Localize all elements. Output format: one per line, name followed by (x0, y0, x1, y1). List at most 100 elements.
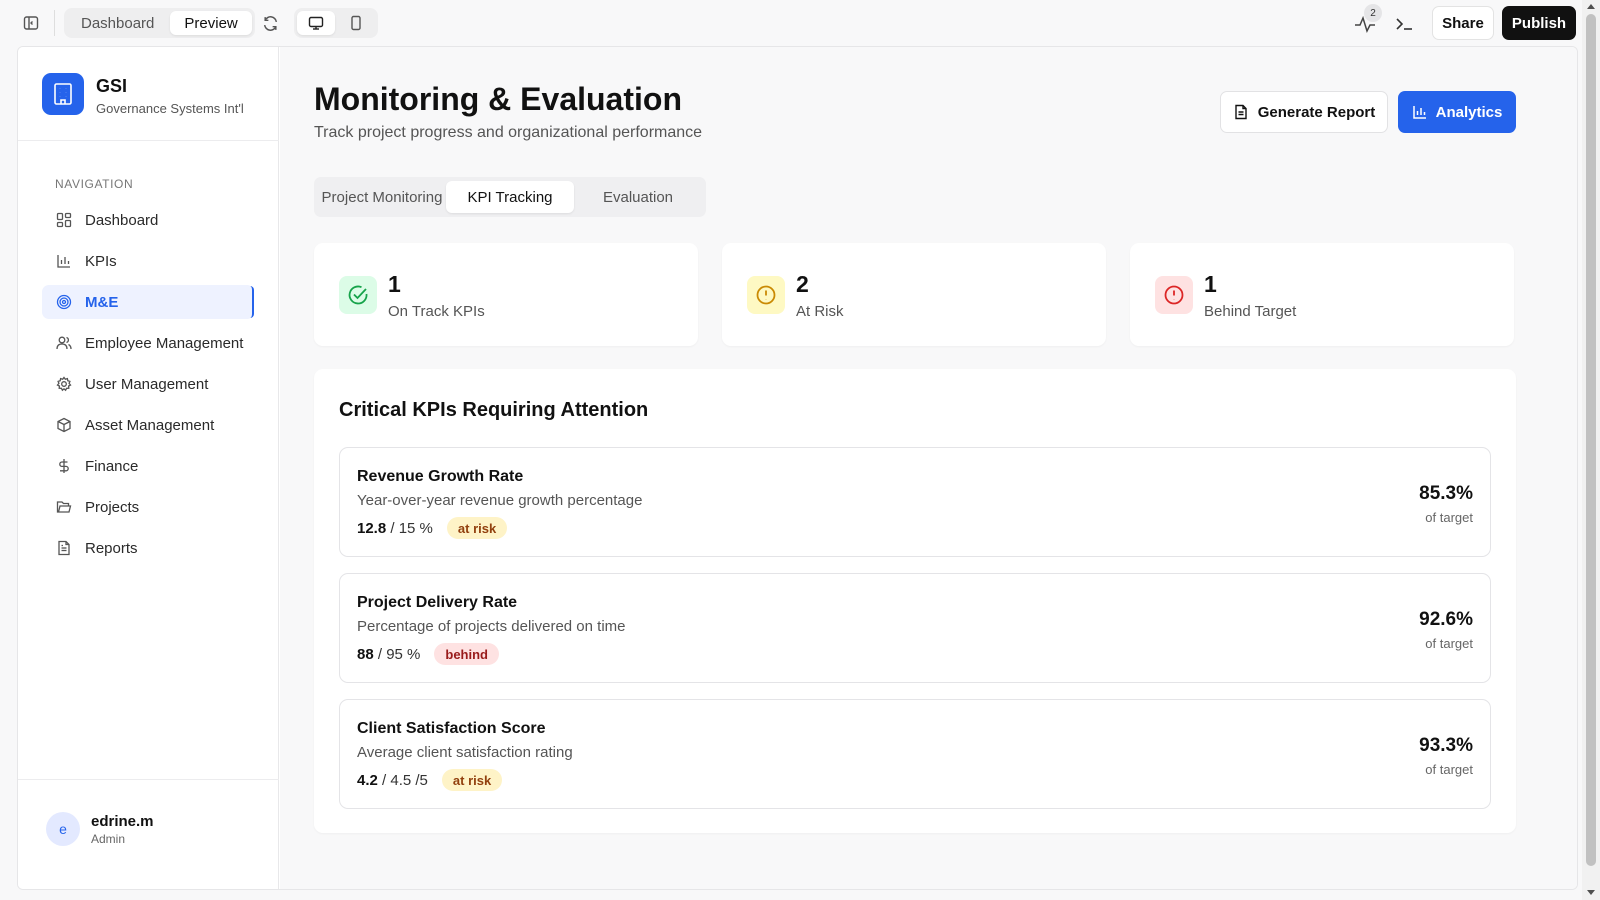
status-badge: at risk (441, 769, 503, 791)
scroll-up-arrow-icon[interactable] (1586, 2, 1596, 10)
analytics-button[interactable]: Analytics (1398, 91, 1516, 133)
main-content: Monitoring & Evaluation Track project pr… (280, 47, 1577, 889)
kpi-values: 4.2 / 4.5 /5 at risk (357, 769, 503, 791)
sidebar-item-user-management[interactable]: User Management (42, 367, 254, 401)
bar-chart-icon (55, 252, 73, 270)
scrollbar-thumb[interactable] (1586, 14, 1596, 866)
target-icon (55, 293, 73, 311)
kpi-values: 88 / 95 % behind (357, 643, 499, 665)
stat-card-behind-target: 1 Behind Target (1130, 243, 1514, 346)
page-scrollbar[interactable] (1582, 0, 1600, 900)
stat-value: 1 (1204, 271, 1217, 297)
sidebar-item-label: Finance (85, 457, 139, 475)
sidebar-item-label: Projects (85, 498, 140, 516)
kpi-description: Percentage of projects delivered on time (357, 618, 626, 635)
sidebar-item-employee-management[interactable]: Employee Management (42, 326, 254, 360)
sidebar-item-label: User Management (85, 375, 209, 393)
sidebar-item-m-and-e[interactable]: M&E (42, 285, 254, 319)
tab-kpi-tracking[interactable]: KPI Tracking (446, 181, 574, 213)
stat-card-at-risk: 2 At Risk (722, 243, 1106, 346)
page-title: Monitoring & Evaluation (314, 81, 682, 117)
page-subtitle: Track project progress and organizationa… (314, 124, 703, 141)
stat-value: 2 (796, 271, 809, 297)
sidebar-toggle-icon[interactable] (20, 12, 42, 34)
status-badge: at risk (446, 517, 508, 539)
sidebar-item-label: Reports (85, 539, 138, 557)
sidebar-item-dashboard[interactable]: Dashboard (42, 203, 254, 237)
gear-icon (55, 375, 73, 393)
me-tabs: Project Monitoring KPI Tracking Evaluati… (314, 177, 706, 217)
publish-button[interactable]: Publish (1502, 6, 1576, 40)
section-title: Critical KPIs Requiring Attention (339, 399, 649, 421)
sidebar-item-finance[interactable]: Finance (42, 449, 254, 483)
kpi-percent-label: of target (1425, 636, 1473, 651)
tab-preview[interactable]: Preview (170, 11, 252, 35)
sidebar-item-label: KPIs (85, 252, 117, 270)
generate-report-button[interactable]: Generate Report (1220, 91, 1388, 133)
brand-name: GSI (96, 76, 128, 96)
kpi-percent-label: of target (1425, 762, 1473, 777)
document-icon (1235, 104, 1247, 120)
dollar-icon (55, 457, 73, 475)
tab-project-monitoring[interactable]: Project Monitoring (318, 181, 446, 213)
grid-icon (55, 211, 73, 229)
app-preview-frame: GSI Governance Systems Int'l NAVIGATION … (17, 46, 1578, 890)
user-name: edrine.m (91, 813, 154, 830)
toolbar-divider (54, 10, 55, 36)
desktop-view-button[interactable] (297, 11, 335, 35)
refresh-icon[interactable] (259, 12, 281, 34)
brand-subtitle: Governance Systems Int'l (96, 101, 244, 116)
generate-report-label: Generate Report (1257, 103, 1376, 121)
share-button[interactable]: Share (1432, 6, 1494, 40)
kpi-target: / 15 % (390, 519, 433, 537)
kpi-current: 88 (357, 645, 374, 663)
kpi-name: Project Delivery Rate (357, 594, 518, 611)
alert-circle-icon (1155, 276, 1193, 314)
scroll-down-arrow-icon[interactable] (1586, 889, 1596, 897)
monitor-icon (308, 16, 324, 30)
kpi-current: 12.8 (357, 519, 387, 537)
sidebar-item-kpis[interactable]: KPIs (42, 244, 254, 278)
sidebar-item-label: Asset Management (85, 416, 215, 434)
sidebar-item-asset-management[interactable]: Asset Management (42, 408, 254, 442)
kpi-card[interactable]: Revenue Growth Rate Year-over-year reven… (339, 447, 1491, 557)
sidebar: GSI Governance Systems Int'l NAVIGATION … (18, 47, 279, 889)
kpi-card[interactable]: Project Delivery Rate Percentage of proj… (339, 573, 1491, 683)
view-mode-switch: Dashboard Preview (64, 8, 255, 38)
sidebar-item-reports[interactable]: Reports (42, 531, 254, 565)
box-icon (55, 416, 73, 434)
kpi-percent: 92.6% (1419, 609, 1473, 630)
avatar: e (46, 812, 80, 846)
sidebar-nav: Dashboard KPIs M&E Employee Management U… (42, 203, 254, 572)
device-switch (294, 8, 378, 38)
kpi-values: 12.8 / 15 % at risk (357, 517, 508, 539)
nav-heading: NAVIGATION (55, 177, 134, 191)
alert-circle-icon (747, 276, 785, 314)
bar-chart-icon (1412, 106, 1426, 119)
terminal-icon[interactable] (1394, 13, 1416, 35)
users-icon (55, 334, 73, 352)
check-circle-icon (339, 276, 377, 314)
document-icon (55, 539, 73, 557)
sidebar-item-projects[interactable]: Projects (42, 490, 254, 524)
kpi-description: Average client satisfaction rating (357, 744, 573, 761)
kpi-name: Revenue Growth Rate (357, 468, 524, 485)
sidebar-item-label: Dashboard (85, 211, 159, 229)
brand-header: GSI Governance Systems Int'l (18, 47, 279, 141)
kpi-current: 4.2 (357, 771, 378, 789)
tab-evaluation[interactable]: Evaluation (574, 181, 702, 213)
user-role: Admin (91, 832, 126, 846)
sidebar-item-label: M&E (85, 293, 119, 311)
kpi-name: Client Satisfaction Score (357, 720, 546, 737)
sidebar-item-label: Employee Management (85, 334, 244, 352)
notification-badge: 2 (1364, 4, 1382, 22)
kpi-percent: 93.3% (1419, 735, 1473, 756)
kpi-card[interactable]: Client Satisfaction Score Average client… (339, 699, 1491, 809)
analytics-label: Analytics (1435, 103, 1503, 121)
critical-kpis-panel: Critical KPIs Requiring Attention Revenu… (314, 369, 1516, 833)
mobile-view-button[interactable] (337, 11, 375, 35)
status-badge: behind (434, 643, 499, 665)
tab-dashboard[interactable]: Dashboard (67, 11, 168, 35)
phone-icon (351, 15, 361, 31)
user-profile[interactable]: e edrine.m Admin (18, 779, 279, 889)
